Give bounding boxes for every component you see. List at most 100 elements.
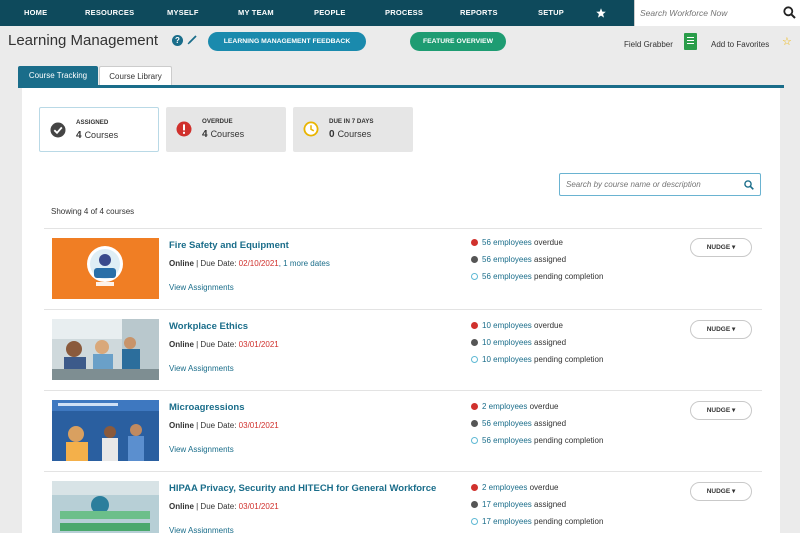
chevron-down-icon: ▾ (732, 488, 736, 495)
card-unit: Courses (337, 129, 372, 139)
nudge-label: NUDGE (706, 407, 731, 414)
course-thumbnail[interactable] (52, 238, 159, 299)
overdue-employees-link[interactable]: 10 employees (482, 321, 532, 330)
view-assignments-link[interactable]: View Assignments (169, 364, 234, 373)
nav-resources[interactable]: RESOURCES (85, 0, 134, 26)
due-date: 02/10/2021 (238, 259, 279, 268)
view-assignments-link[interactable]: View Assignments (169, 445, 234, 454)
course-thumbnail[interactable] (52, 481, 159, 533)
assigned-dot-icon (471, 419, 478, 427)
global-search (634, 0, 800, 26)
stat-label: overdue (534, 238, 563, 247)
tab-course-library[interactable]: Course Library (99, 66, 172, 85)
help-icon[interactable]: ? (172, 35, 183, 46)
overdue-dot-icon (471, 321, 478, 329)
due-date: 03/01/2021 (238, 421, 279, 430)
course-title-link[interactable]: HIPAA Privacy, Security and HITECH for G… (169, 483, 436, 494)
card-title: ASSIGNED (76, 119, 109, 126)
edit-pencil-icon[interactable] (187, 34, 198, 45)
summary-card-assigned[interactable]: ASSIGNED 4 Courses (39, 107, 159, 152)
star-nav-icon[interactable] (596, 8, 606, 18)
card-unit: Courses (210, 129, 245, 139)
nudge-button[interactable]: NUDGE ▾ (690, 401, 752, 420)
due-date-label: | Due Date: (196, 259, 239, 268)
stat-label: overdue (534, 321, 563, 330)
chevron-down-icon: ▾ (732, 244, 736, 251)
nudge-label: NUDGE (706, 326, 731, 333)
assigned-employees-link[interactable]: 56 employees (482, 255, 532, 264)
course-row: Fire Safety and Equipment Online | Due D… (44, 228, 762, 308)
nudge-button[interactable]: NUDGE ▾ (690, 238, 752, 257)
due-date-label: | Due Date: (196, 502, 239, 511)
course-mode: Online (169, 421, 194, 430)
pending-employees-link[interactable]: 56 employees (482, 272, 532, 281)
star-outline-icon[interactable]: ☆ (782, 37, 792, 48)
overdue-employees-link[interactable]: 2 employees (482, 483, 527, 492)
tab-course-tracking[interactable]: Course Tracking (18, 66, 98, 85)
chevron-down-icon: ▾ (732, 407, 736, 414)
nudge-button[interactable]: NUDGE ▾ (690, 320, 752, 339)
course-mode: Online (169, 259, 194, 268)
more-dates-link[interactable]: , 1 more dates (279, 259, 330, 268)
stat-label: pending completion (534, 517, 604, 526)
assigned-dot-icon (471, 255, 478, 263)
page-title: Learning Management (8, 32, 159, 49)
nudge-label: NUDGE (706, 244, 731, 251)
assigned-dot-icon (471, 500, 478, 508)
nav-reports[interactable]: REPORTS (460, 0, 498, 26)
stat-label: pending completion (534, 436, 604, 445)
feedback-button[interactable]: LEARNING MANAGEMENT FEEDBACK (208, 32, 366, 51)
course-row: HIPAA Privacy, Security and HITECH for G… (44, 471, 762, 533)
card-unit: Courses (84, 130, 119, 140)
card-count: 4 (202, 129, 208, 140)
overdue-employees-link[interactable]: 2 employees (482, 402, 527, 411)
stat-label: assigned (534, 500, 567, 509)
summary-card-overdue[interactable]: OVERDUE 4 Courses (166, 107, 286, 152)
results-count: Showing 4 of 4 courses (51, 207, 135, 216)
course-title-link[interactable]: Microagressions (169, 402, 245, 413)
course-row: Workplace Ethics Online | Due Date: 03/0… (44, 309, 762, 389)
stat-label: assigned (534, 338, 567, 347)
pending-employees-link[interactable]: 56 employees (482, 436, 532, 445)
check-circle-icon (50, 122, 66, 138)
search-icon[interactable] (744, 180, 754, 190)
course-title-link[interactable]: Workplace Ethics (169, 321, 248, 332)
nav-process[interactable]: PROCESS (385, 0, 423, 26)
course-search-input[interactable] (566, 177, 736, 192)
feature-overview-button[interactable]: FEATURE OVERVIEW (410, 32, 506, 51)
pending-employees-link[interactable]: 17 employees (482, 517, 532, 526)
nav-people[interactable]: PEOPLE (314, 0, 346, 26)
stat-label: pending completion (534, 272, 604, 281)
pending-dot-icon (471, 517, 478, 525)
course-mode: Online (169, 340, 194, 349)
assigned-employees-link[interactable]: 56 employees (482, 419, 532, 428)
search-icon[interactable] (783, 6, 796, 19)
course-thumbnail[interactable] (52, 400, 159, 461)
nav-setup[interactable]: SETUP (538, 0, 564, 26)
spreadsheet-icon[interactable] (684, 33, 697, 50)
stat-label: overdue (529, 483, 559, 492)
summary-card-due-7-days[interactable]: DUE IN 7 DAYS 0 Courses (293, 107, 413, 152)
stat-label: pending completion (534, 355, 604, 364)
overdue-employees-link[interactable]: 56 employees (482, 238, 532, 247)
field-grabber-link[interactable]: Field Grabber (624, 40, 673, 49)
nav-myself[interactable]: MYSELF (167, 0, 199, 26)
view-assignments-link[interactable]: View Assignments (169, 283, 234, 292)
pending-dot-icon (471, 272, 478, 280)
assigned-employees-link[interactable]: 17 employees (482, 500, 532, 509)
clock-icon (303, 121, 319, 137)
view-assignments-link[interactable]: View Assignments (169, 526, 234, 533)
nav-my-team[interactable]: MY TEAM (238, 0, 274, 26)
nudge-button[interactable]: NUDGE ▾ (690, 482, 752, 501)
assigned-dot-icon (471, 338, 478, 346)
pending-employees-link[interactable]: 10 employees (482, 355, 532, 364)
nav-home[interactable]: HOME (24, 0, 47, 26)
add-to-favorites-link[interactable]: Add to Favorites (711, 40, 769, 49)
assigned-employees-link[interactable]: 10 employees (482, 338, 532, 347)
course-mode: Online (169, 502, 194, 511)
course-thumbnail[interactable] (52, 319, 159, 380)
due-date-label: | Due Date: (196, 421, 239, 430)
global-search-input[interactable] (640, 4, 776, 22)
course-title-link[interactable]: Fire Safety and Equipment (169, 240, 289, 251)
due-date: 03/01/2021 (238, 340, 279, 349)
